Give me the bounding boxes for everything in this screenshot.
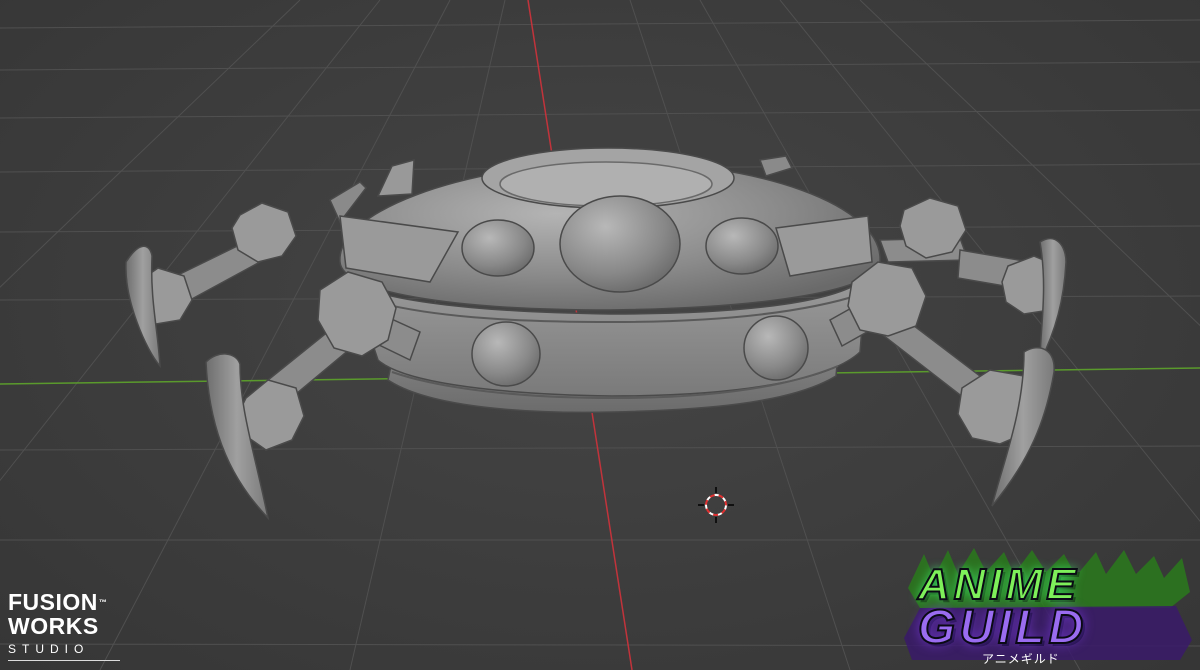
studio-logo-line3: STUDIO [8, 642, 90, 656]
fusion-works-studio-logo: FUSION™ WORKS STUDIO [8, 590, 128, 664]
studio-logo-divider [8, 660, 120, 661]
leg-front-left [205, 271, 421, 521]
3d-viewport[interactable]: FUSION™ WORKS STUDIO ANIME GUILD アニメギルド [0, 0, 1200, 670]
3d-cursor-icon[interactable] [698, 487, 734, 523]
logo-word-guild: GUILD [917, 600, 1088, 655]
trademark-symbol: ™ [98, 598, 108, 607]
studio-logo-line1: FUSION™ [8, 589, 108, 615]
spider-ufo-model[interactable] [125, 147, 1067, 521]
studio-logo-line2: WORKS [8, 613, 99, 639]
anime-guild-logo: ANIME GUILD アニメギルド [900, 548, 1196, 666]
logo-kana: アニメギルド [982, 652, 1060, 666]
